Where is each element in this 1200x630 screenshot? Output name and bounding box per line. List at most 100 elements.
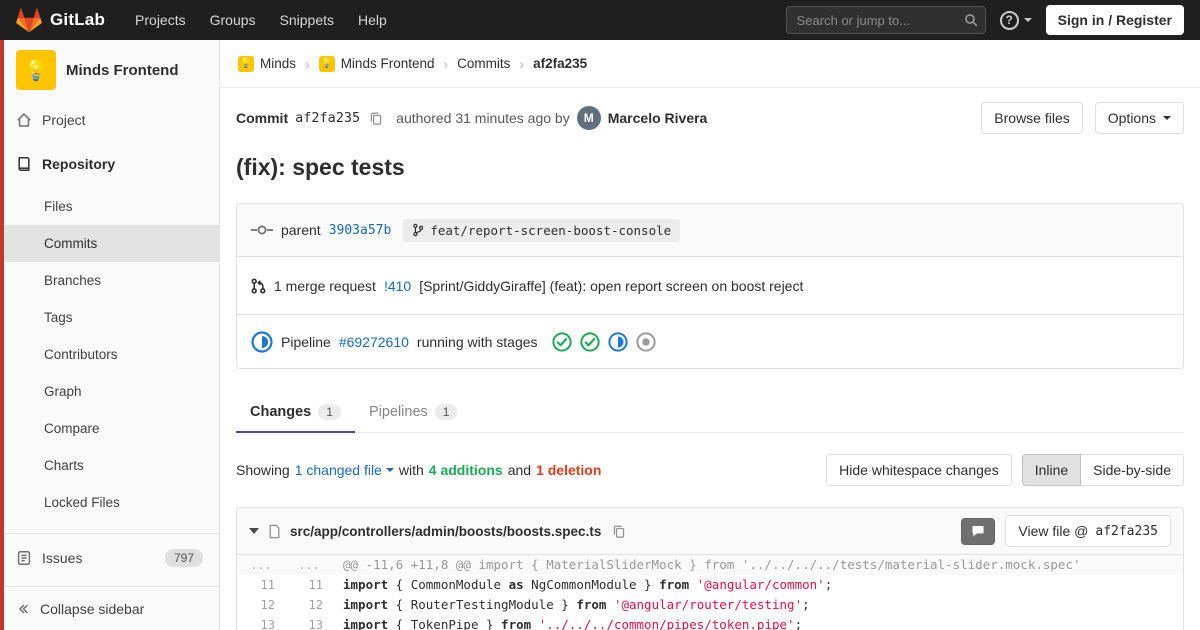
sidebar-section-issues: Issues797 <box>0 533 219 580</box>
help-menu[interactable]: ? <box>1000 11 1032 30</box>
nav-item-snippets[interactable]: Snippets <box>268 0 346 40</box>
old-line-number[interactable]: ... <box>237 555 285 575</box>
sidebar-item-issues[interactable]: Issues797 <box>0 536 219 580</box>
new-line-number[interactable]: 11 <box>285 575 333 595</box>
project-sidebar: 💡 Minds Frontend ProjectRepositoryFilesC… <box>0 40 220 630</box>
breadcrumb-item-commits[interactable]: Commits <box>457 56 510 71</box>
new-line-number[interactable]: 13 <box>285 615 333 630</box>
sidebar-item-label: Issues <box>42 550 82 566</box>
help-icon: ? <box>1000 11 1019 30</box>
sidebar-subnav: FilesCommitsBranchesTagsContributorsGrap… <box>0 186 219 525</box>
tab-count-badge: 1 <box>318 404 341 420</box>
pipeline-mini-graph <box>552 332 664 352</box>
new-line-number[interactable]: ... <box>285 555 333 575</box>
sidebar-item-label: Repository <box>42 156 115 172</box>
inline-view-button[interactable]: Inline <box>1022 454 1081 486</box>
project-avatar: 💡 <box>16 50 56 90</box>
view-file-button[interactable]: View file @ af2fa235 <box>1005 515 1171 547</box>
browse-files-button[interactable]: Browse files <box>981 102 1082 134</box>
breadcrumb-separator: › <box>443 56 448 72</box>
gitlab-commit-page: GitLab ProjectsGroupsSnippetsHelp ? Sign… <box>0 0 1200 630</box>
tab-changes[interactable]: Changes1 <box>236 393 355 433</box>
sidebar-item-locked-files[interactable]: Locked Files <box>0 484 219 521</box>
sidebar-nav: Project Repository FilesCommitsBranchesTag… <box>0 96 219 586</box>
author-avatar[interactable]: M <box>577 106 601 130</box>
left-edge-stripe <box>0 40 4 630</box>
collapse-diff-caret-icon[interactable] <box>249 528 259 534</box>
global-search <box>786 6 986 34</box>
new-line-number[interactable]: 12 <box>285 595 333 615</box>
old-line-number[interactable]: 13 <box>237 615 285 630</box>
author-name-link[interactable]: Marcelo Rivera <box>608 110 708 126</box>
chevron-down-icon <box>1163 116 1171 120</box>
top-navbar: GitLab ProjectsGroupsSnippetsHelp ? Sign… <box>0 0 1200 40</box>
breadcrumb-item-minds-frontend[interactable]: 💡Minds Frontend <box>319 56 435 72</box>
nav-item-groups[interactable]: Groups <box>198 0 268 40</box>
changed-files-dropdown[interactable]: 1 changed file <box>295 462 394 478</box>
options-dropdown-button[interactable]: Options <box>1095 102 1184 134</box>
collapse-label: Collapse sidebar <box>40 601 144 617</box>
search-input[interactable] <box>786 6 986 34</box>
copy-sha-button[interactable] <box>367 109 385 128</box>
pipeline-running-icon[interactable] <box>251 331 273 353</box>
project-context-header[interactable]: 💡 Minds Frontend <box>0 40 219 96</box>
pipeline-stage-created-icon[interactable] <box>636 332 656 352</box>
breadcrumb-avatar-icon: 💡 <box>319 56 335 72</box>
tab-pipelines[interactable]: Pipelines 1 <box>355 393 472 433</box>
sidebar-item-branches[interactable]: Branches <box>0 262 219 299</box>
breadcrumb-item-minds[interactable]: 💡Minds <box>238 56 296 72</box>
hide-whitespace-button[interactable]: Hide whitespace changes <box>826 454 1012 486</box>
sidebar-item-commits[interactable]: Commits <box>0 225 219 262</box>
old-line-number[interactable]: 12 <box>237 595 285 615</box>
mr-count-text: 1 merge request <box>274 278 376 294</box>
merge-request-icon <box>251 278 266 294</box>
parent-row: parent 3903a57b feat/report-screen-boost… <box>237 204 1183 256</box>
breadcrumb-avatar-icon: 💡 <box>238 56 254 72</box>
copy-file-path-button[interactable] <box>610 522 628 541</box>
pipeline-stage-success-icon[interactable] <box>580 332 600 352</box>
mr-link[interactable]: !410 <box>384 278 411 294</box>
old-line-number[interactable]: 11 <box>237 575 285 595</box>
merge-request-row: 1 merge request !410 [Sprint/GiddyGiraff… <box>237 256 1183 314</box>
side-by-side-view-button[interactable]: Side-by-side <box>1080 454 1184 486</box>
view-file-sha: af2fa235 <box>1095 524 1158 539</box>
sidebar-item-charts[interactable]: Charts <box>0 447 219 484</box>
authored-text: authored 31 minutes ago by <box>396 110 570 126</box>
sidebar-item-compare[interactable]: Compare <box>0 410 219 447</box>
toggle-comments-button[interactable] <box>961 518 995 545</box>
gitlab-logo[interactable]: GitLab <box>16 8 105 33</box>
nav-item-projects[interactable]: Projects <box>123 0 198 40</box>
pipeline-link[interactable]: #69272610 <box>339 334 409 350</box>
file-icon <box>268 524 281 539</box>
sidebar-item-repository[interactable]: Repository <box>0 142 219 186</box>
diff-view-toggle: Inline Side-by-side <box>1022 454 1184 486</box>
commit-title: (fix): spec tests <box>236 154 1184 181</box>
diff-line-context: 1212import { RouterTestingModule } from … <box>237 595 1183 615</box>
tab-label: Pipelines <box>369 404 428 420</box>
breadcrumb-item-af2fa235: af2fa235 <box>533 56 587 71</box>
pipeline-label: Pipeline <box>281 334 331 350</box>
pipeline-row: Pipeline #69272610 running with stages <box>237 314 1183 368</box>
main-content: 💡Minds›💡Minds Frontend›Commits›af2fa235 … <box>220 40 1200 630</box>
diff-line-context: 1111import { CommonModule as NgCommonMod… <box>237 575 1183 595</box>
parent-sha-link[interactable]: 3903a57b <box>329 223 392 238</box>
branch-name: feat/report-screen-boost-console <box>430 223 671 238</box>
pipeline-stage-running-icon[interactable] <box>608 332 628 352</box>
chevron-down-icon <box>386 468 394 472</box>
sidebar-item-project[interactable]: Project <box>0 98 219 142</box>
sidebar-item-graph[interactable]: Graph <box>0 373 219 410</box>
nav-item-help[interactable]: Help <box>346 0 399 40</box>
sidebar-item-files[interactable]: Files <box>0 188 219 225</box>
sidebar-item-tags[interactable]: Tags <box>0 299 219 336</box>
commit-label: Commit <box>236 110 288 126</box>
pipeline-status-text: running with stages <box>417 334 538 350</box>
sign-in-button[interactable]: Sign in / Register <box>1046 5 1184 35</box>
sidebar-item-contributors[interactable]: Contributors <box>0 336 219 373</box>
tab-count-badge: 1 <box>435 404 458 420</box>
pipeline-stage-success-icon[interactable] <box>552 332 572 352</box>
branch-ref[interactable]: feat/report-screen-boost-console <box>403 219 680 242</box>
project-title: Minds Frontend <box>66 62 179 79</box>
breadcrumb-separator: › <box>305 56 310 72</box>
collapse-sidebar-button[interactable]: Collapse sidebar <box>0 586 219 630</box>
diff-code-line: @@ -11,6 +11,8 @@ import { MaterialSlide… <box>333 555 1183 575</box>
